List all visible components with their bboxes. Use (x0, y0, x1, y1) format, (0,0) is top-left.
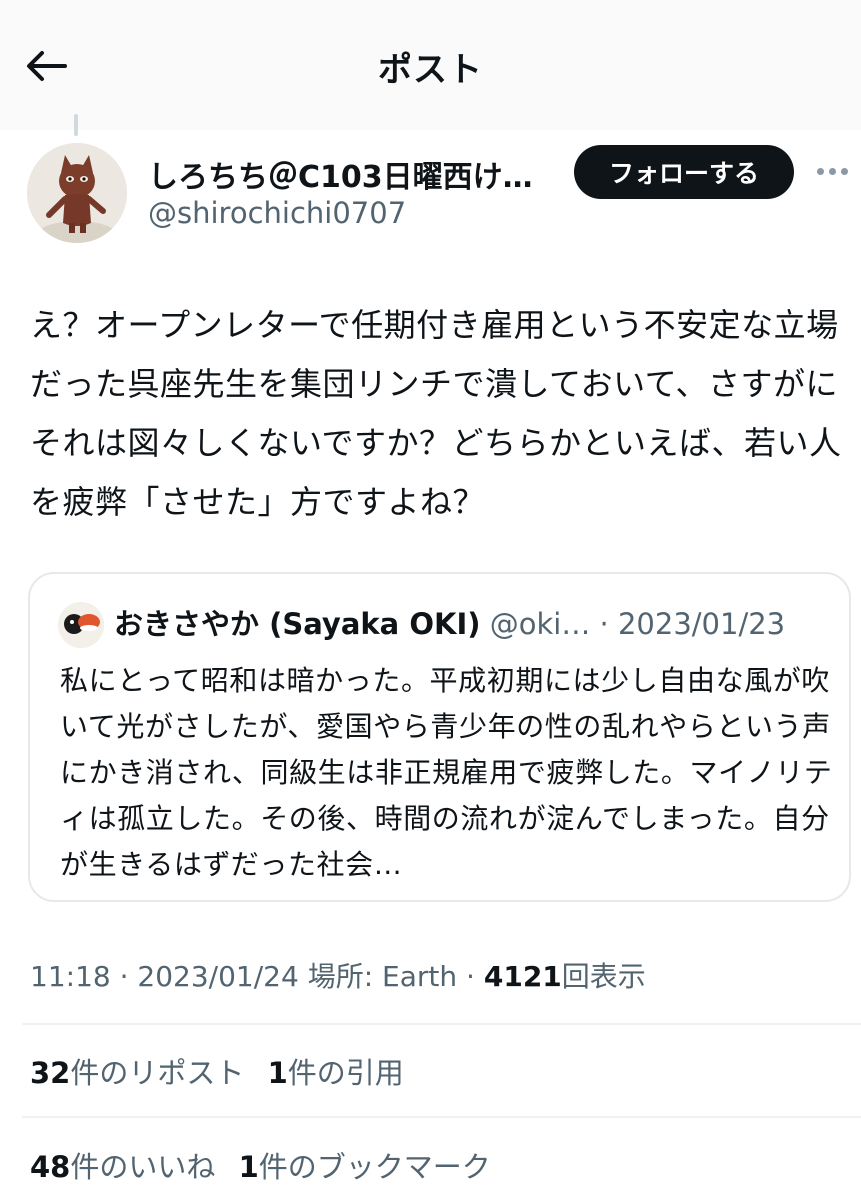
likes-label: 件のいいね (70, 1150, 216, 1184)
reposts-label: 件のリポスト (70, 1056, 245, 1090)
quote-author-name[interactable]: おきさやか (Sayaka OKI) (114, 607, 481, 641)
more-horizontal-icon (816, 167, 824, 175)
quote-avatar (58, 602, 104, 648)
avatar[interactable] (27, 143, 127, 243)
likes-count: 48 (30, 1150, 71, 1184)
quotes-label: 件の引用 (287, 1056, 404, 1090)
quote-avatar-icon (58, 602, 104, 648)
meta-separator: · (119, 960, 129, 993)
quote-author-handle[interactable]: @oki… (490, 607, 591, 641)
quote-header: おきさやか (Sayaka OKI) @oki… · 2023/01/23 (114, 604, 844, 644)
more-button[interactable] (812, 156, 852, 186)
post-time[interactable]: 11:18 (30, 960, 111, 993)
likes-stat[interactable]: 48件のいいね (30, 1150, 215, 1184)
post-location: 場所: Earth (307, 960, 458, 993)
views-label: 回表示 (561, 960, 646, 993)
bookmarks-label: 件のブックマーク (258, 1150, 491, 1184)
page-title: ポスト (378, 50, 483, 90)
post-date[interactable]: 2023/01/24 (137, 960, 298, 993)
bookmarks-count: 1 (238, 1150, 259, 1184)
quoted-post-card[interactable]: おきさやか (Sayaka OKI) @oki… · 2023/01/23 私に… (28, 572, 851, 902)
views-count: 4121 (483, 960, 562, 993)
divider (22, 1023, 861, 1025)
divider (22, 1116, 861, 1118)
author-handle[interactable]: @shirochichi0707 (148, 196, 406, 230)
avatar-figure-icon (27, 143, 127, 243)
more-horizontal-icon (828, 167, 836, 175)
stats-row-likes: 48件のいいね 1件のブックマーク (30, 1144, 505, 1186)
meta-separator: · (466, 960, 475, 993)
reposts-count: 32 (30, 1056, 71, 1090)
bookmarks-stat[interactable]: 1件のブックマーク (239, 1150, 491, 1184)
reposts-stat[interactable]: 32件のリポスト (30, 1056, 244, 1090)
quotes-count: 1 (267, 1056, 288, 1090)
quote-separator: · (599, 607, 609, 641)
follow-button[interactable]: フォローする (574, 145, 794, 199)
post-text: え？オープンレターで任期付き雇用という不安定な立場だった呉座先生を集団リンチで潰… (30, 306, 842, 521)
thread-connector (74, 114, 78, 136)
more-horizontal-icon (840, 167, 848, 175)
quote-text: 私にとって昭和は暗かった。平成初期には少し自由な風が吹いて光がさしたが、愛国やら… (60, 664, 833, 881)
stats-row-reposts: 32件のリポスト 1件の引用 (30, 1050, 418, 1092)
quotes-stat[interactable]: 1件の引用 (268, 1056, 404, 1090)
post-meta: 11:18 · 2023/01/24 場所: Earth · 4121回表示 (30, 955, 646, 995)
quote-date[interactable]: 2023/01/23 (618, 607, 785, 641)
top-bar: ポスト (0, 0, 861, 130)
author-display-name[interactable]: しろちち＠C103日曜西け… (148, 152, 558, 196)
